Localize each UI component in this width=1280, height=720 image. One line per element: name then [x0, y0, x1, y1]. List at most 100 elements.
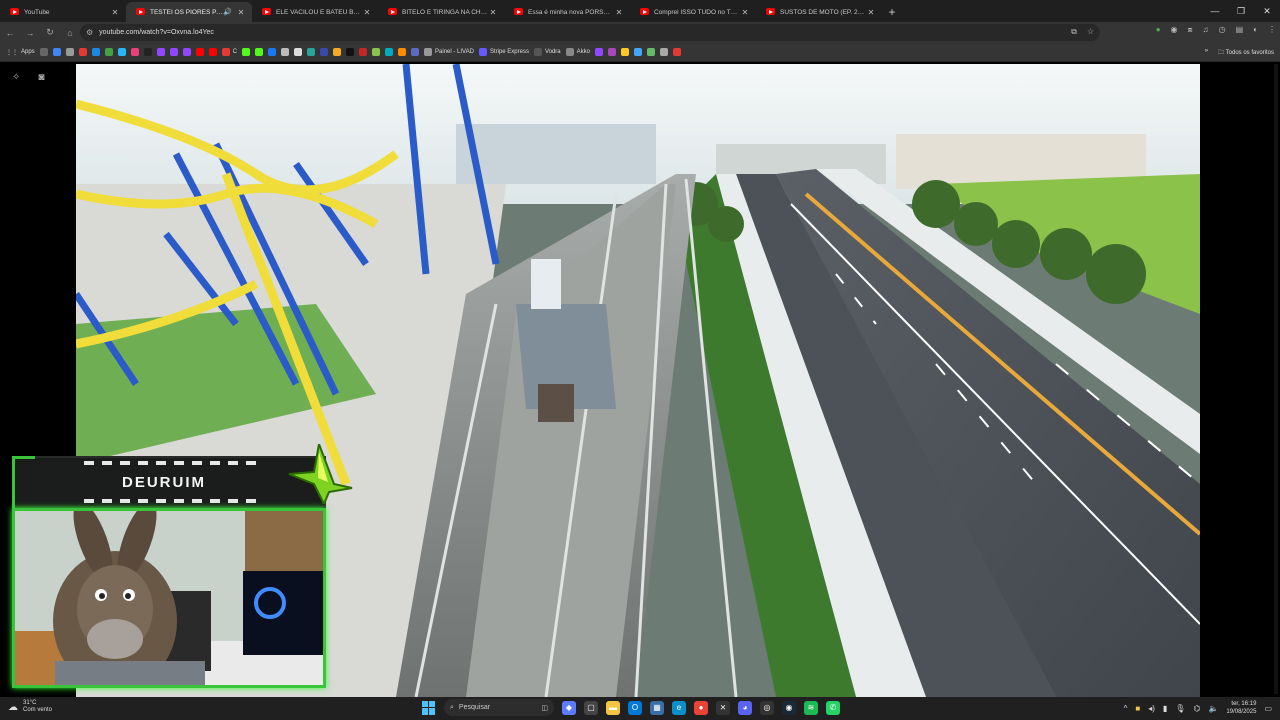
task-view-icon[interactable]: ▢ [584, 700, 598, 715]
sidebar-icon[interactable]: ▤ [1236, 25, 1244, 35]
app-icon[interactable]: ⨯ [716, 700, 730, 715]
bookmark-painel[interactable]: Painel - LIVAD [424, 48, 474, 56]
weather-widget[interactable]: ☁ 31°C Com vento [8, 700, 52, 714]
bookmark-icon-item[interactable] [143, 48, 152, 56]
back-icon[interactable]: ← [0, 28, 20, 38]
bookmark-icon-item[interactable] [398, 48, 407, 56]
bookmark-icon-item[interactable] [411, 48, 420, 56]
bookmark-icon-item[interactable] [195, 48, 204, 56]
tab-video-5[interactable]: Comprei ISSO TUDO no TÉDIO ✕ [630, 2, 756, 22]
extensions-puzzle-icon[interactable]: ⧈ [1188, 25, 1193, 35]
extension-green-icon[interactable]: ● [1156, 25, 1161, 35]
tray-app-icon[interactable]: ■ [1135, 704, 1140, 713]
bookmark-icon-item[interactable] [607, 48, 616, 56]
page-scrollbar[interactable] [1274, 64, 1278, 694]
bookmark-icon-item[interactable] [646, 48, 655, 56]
bookmark-icon-item[interactable] [208, 48, 217, 56]
bookmark-icon-item[interactable] [182, 48, 191, 56]
bookmark-akko[interactable]: Akko [565, 48, 590, 56]
bookmark-icon-item[interactable] [294, 48, 303, 56]
show-hidden-icons-chevron-icon[interactable]: ^ [1124, 704, 1128, 713]
close-window-icon[interactable]: ✕ [1254, 0, 1280, 22]
bookmark-icon-item[interactable] [281, 48, 290, 56]
audio-playing-icon[interactable]: 🔊 [223, 8, 232, 16]
bookmark-icon-item[interactable] [255, 48, 264, 56]
bookmark-icon-item[interactable] [620, 48, 629, 56]
bookmark-icon-item[interactable] [372, 48, 381, 56]
close-tab-icon[interactable]: ✕ [614, 8, 624, 17]
reload-icon[interactable]: ↻ [40, 27, 60, 38]
bookmark-icon-item[interactable] [156, 48, 165, 56]
file-explorer-icon[interactable]: ▬ [606, 700, 620, 715]
bookmark-icon-item[interactable] [78, 48, 87, 56]
battery-icon[interactable]: ▮ [1163, 704, 1167, 713]
bookmark-icon-item[interactable] [117, 48, 126, 56]
bookmark-icon-item[interactable] [130, 48, 139, 56]
media-control-icon[interactable]: ♫ [1203, 25, 1209, 35]
outlook-icon[interactable]: O [628, 700, 642, 715]
bookmark-icon-item[interactable] [385, 48, 394, 56]
bookmark-icon-item[interactable] [320, 48, 329, 56]
bookmark-icon-item[interactable] [359, 48, 368, 56]
bookmark-star-icon[interactable]: ☆ [1087, 27, 1094, 37]
install-app-icon[interactable]: ⧉ [1071, 27, 1077, 37]
home-icon[interactable]: ⌂ [60, 28, 80, 38]
menu-kebab-icon[interactable]: ⋮ [1268, 25, 1276, 35]
notifications-icon[interactable]: ▭ [1264, 704, 1272, 713]
edge-icon[interactable]: e [672, 700, 686, 715]
steam-icon[interactable]: ◉ [782, 700, 796, 715]
bookmark-icon-item[interactable] [104, 48, 113, 56]
bookmark-c[interactable]: C [221, 48, 237, 56]
bookmark-icon-item[interactable] [346, 48, 355, 56]
bookmark-icon-item[interactable] [242, 48, 251, 56]
copilot-icon[interactable]: ◆ [562, 700, 576, 715]
tab-video-4[interactable]: Essa é minha nova PORSCHE 9 ✕ [504, 2, 630, 22]
volume-icon[interactable]: 🔈 [1208, 704, 1218, 713]
microphone-icon[interactable]: 🎙 [1175, 704, 1185, 713]
bookmark-icon-item[interactable] [594, 48, 603, 56]
tab-video-6[interactable]: SUSTOS DE MOTO (EP. 228) - Y ✕ [756, 2, 882, 22]
camera-icon[interactable]: ◙ [38, 72, 44, 83]
address-bar[interactable]: ⚙ youtube.com/watch?v=Oxvna.lo4Yec ⧉ ☆ [80, 24, 1100, 41]
close-tab-icon[interactable]: ✕ [740, 8, 750, 17]
store-icon[interactable]: ▦ [650, 700, 664, 715]
whatsapp-icon[interactable]: ✆ [826, 700, 840, 715]
apps-bookmark[interactable]: ⋮⋮ Apps [6, 49, 35, 56]
tab-youtube[interactable]: YouTube ✕ [0, 2, 126, 22]
bookmark-icon-item[interactable] [333, 48, 342, 56]
close-tab-icon[interactable]: ✕ [110, 8, 120, 17]
close-tab-icon[interactable]: ✕ [362, 8, 372, 17]
chrome-icon[interactable]: ● [694, 700, 708, 715]
maximize-icon[interactable]: ❐ [1228, 0, 1254, 22]
bookmark-icon-item[interactable] [65, 48, 74, 56]
network-icon[interactable]: ⌬ [1193, 704, 1200, 713]
close-tab-icon[interactable]: ✕ [488, 8, 498, 17]
extension-audio-icon[interactable]: ◉ [1171, 25, 1178, 35]
bookmark-icon-item[interactable] [268, 48, 277, 56]
profile-avatar-icon[interactable]: ◐ [1253, 25, 1258, 35]
close-tab-icon[interactable]: ✕ [866, 8, 876, 17]
bookmark-icon-item[interactable] [52, 48, 61, 56]
more-bookmarks-chevron-icon[interactable]: » [1205, 48, 1208, 58]
bookmark-icon-item[interactable] [672, 48, 681, 56]
history-icon[interactable]: ◷ [1219, 25, 1226, 35]
bookmark-icon-item[interactable] [91, 48, 100, 56]
taskbar-clock[interactable]: ter, 16:19 19/08/2025 [1226, 700, 1256, 716]
tray-audio-icon[interactable]: ◂) [1148, 704, 1155, 713]
bookmark-icon-item[interactable] [659, 48, 668, 56]
obs-icon[interactable]: ◎ [760, 700, 774, 715]
taskbar-search[interactable]: ⌕ Pesquisar ◫ [444, 699, 554, 716]
discord-icon[interactable]: ◕ [738, 700, 752, 715]
minimize-icon[interactable]: — [1202, 0, 1228, 22]
all-bookmarks[interactable]: 🗀 Todos os favoritos [1218, 48, 1274, 58]
bookmark-icon-item[interactable] [633, 48, 642, 56]
magic-wand-icon[interactable]: ✧ [12, 72, 20, 83]
bookmark-icon-item[interactable] [39, 48, 48, 56]
forward-icon[interactable]: → [20, 28, 40, 38]
bookmark-stripe[interactable]: Stripe Express [478, 48, 529, 56]
windows-start-icon[interactable] [422, 700, 436, 715]
bookmark-vodra[interactable]: Vodra [533, 48, 561, 56]
new-tab-button[interactable]: + [882, 2, 902, 22]
tab-video-3[interactable]: BITELO E TIRINGA NA CHÁCAR ✕ [378, 2, 504, 22]
tab-video-2[interactable]: ELE VACILOU E BATEU BEM DE ✕ [252, 2, 378, 22]
